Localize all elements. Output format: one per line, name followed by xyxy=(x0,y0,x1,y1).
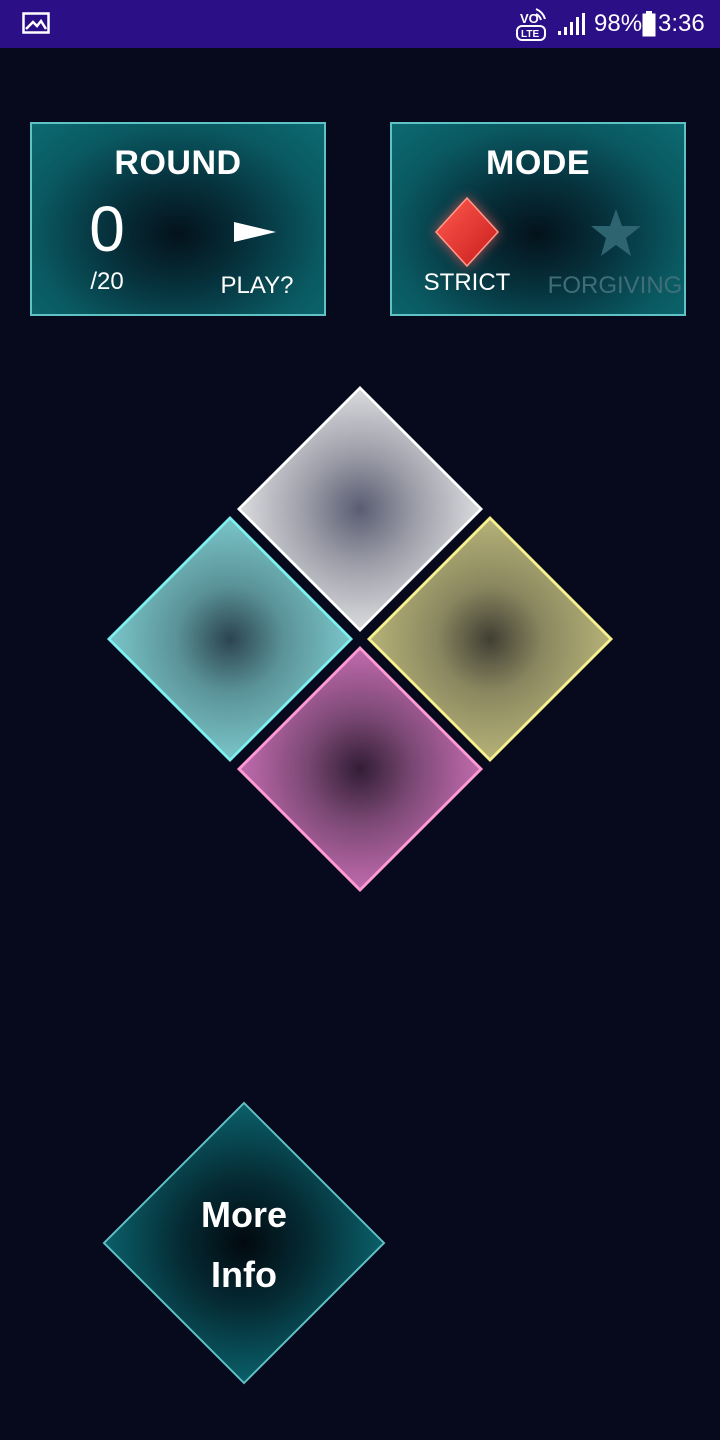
gallery-icon xyxy=(22,12,50,34)
more-info-button[interactable] xyxy=(102,1101,386,1385)
mode-panel: MODE STRICT FORGIVING xyxy=(390,122,686,316)
battery-percent: 98% xyxy=(594,10,643,37)
play-button-label[interactable]: PLAY? xyxy=(202,272,312,300)
diamond-icon[interactable] xyxy=(434,196,500,268)
round-count: 0 xyxy=(89,193,125,265)
play-icon[interactable] xyxy=(232,220,278,244)
status-bar: VO LTE 98% 3:36 xyxy=(0,0,720,48)
volte-lte-text: LTE xyxy=(521,29,539,40)
round-title: ROUND xyxy=(114,144,242,182)
round-panel: ROUND 0 /20 PLAY? xyxy=(30,122,326,316)
signal-icon xyxy=(558,13,585,35)
forgiving-mode-label[interactable]: FORGIVING xyxy=(542,272,688,300)
strict-mode-label[interactable]: STRICT xyxy=(412,269,522,297)
clock: 3:36 xyxy=(658,10,705,37)
volte-vo-text: VO xyxy=(520,11,539,26)
round-total: /20 xyxy=(90,268,124,295)
mode-title: MODE xyxy=(486,144,590,182)
volte-icon: VO LTE xyxy=(516,8,546,41)
star-icon[interactable] xyxy=(590,208,642,258)
battery-icon xyxy=(642,11,656,37)
